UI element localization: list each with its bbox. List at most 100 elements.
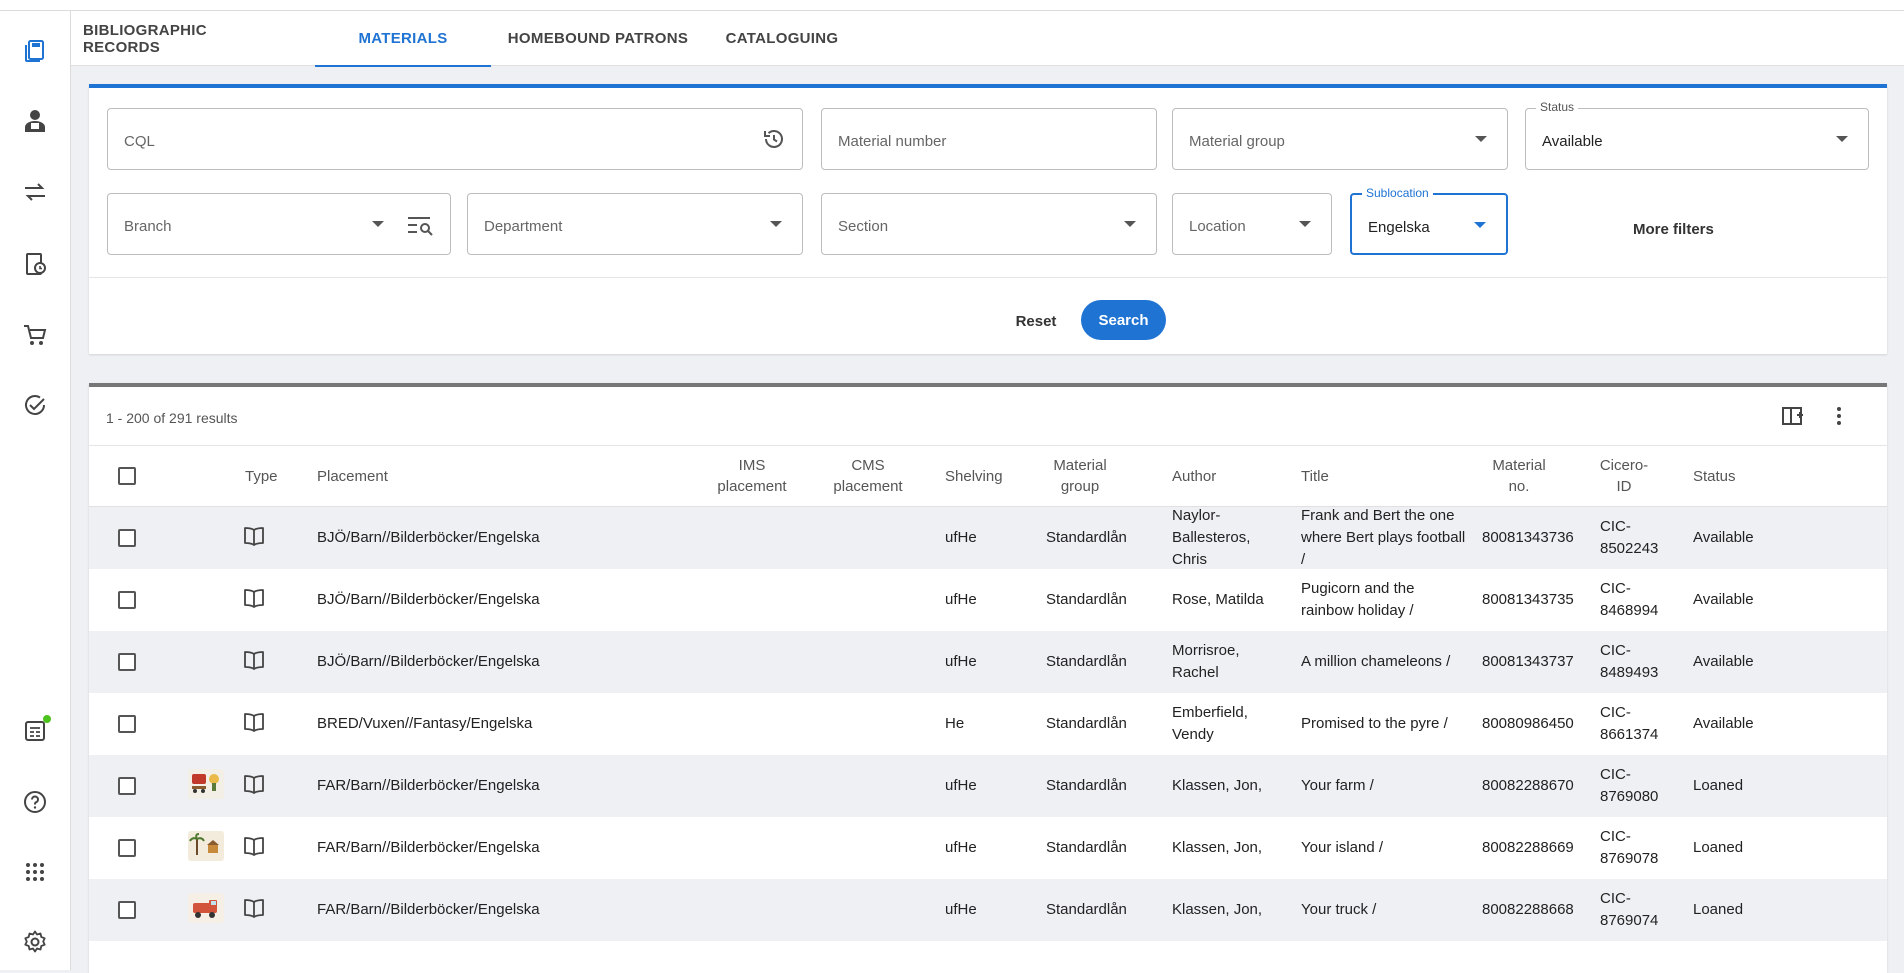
- status-label: Status: [1536, 100, 1579, 114]
- cell-material-group: Standardlån: [1046, 529, 1127, 546]
- cql-input[interactable]: CQL: [107, 108, 803, 170]
- header-material-no-line2: no.: [1508, 478, 1530, 495]
- header-cicero-id-line1: Cicero-: [1599, 457, 1649, 474]
- cell-material-no: 80081343736: [1482, 529, 1574, 546]
- reports-icon[interactable]: [18, 714, 52, 748]
- chevron-down-icon: [1474, 222, 1486, 228]
- apps-icon[interactable]: [18, 855, 52, 889]
- cell-material-group: Standardlån: [1046, 591, 1127, 608]
- cell-title[interactable]: A million chameleons /: [1301, 631, 1471, 693]
- select-all-checkbox[interactable]: [118, 467, 136, 485]
- material-number-placeholder: Material number: [838, 133, 947, 150]
- material-group-placeholder: Material group: [1189, 133, 1285, 150]
- header-placement[interactable]: Placement: [317, 446, 388, 506]
- search-button[interactable]: Search: [1081, 300, 1166, 340]
- table-row[interactable]: FAR/Barn//Bilderböcker/Engelska ufHe Sta…: [89, 755, 1887, 817]
- cover-thumbnail[interactable]: [188, 893, 224, 923]
- table-row[interactable]: BJÖ/Barn//Bilderböcker/Engelska ufHe Sta…: [89, 569, 1887, 631]
- row-checkbox[interactable]: [118, 653, 136, 671]
- header-shelving[interactable]: Shelving: [945, 446, 1003, 506]
- section-select[interactable]: Section: [821, 193, 1157, 255]
- cell-author: Emberfield, Vendy: [1172, 704, 1248, 743]
- tasks-icon[interactable]: [18, 388, 52, 422]
- chevron-down-icon: [1124, 221, 1136, 227]
- more-options-icon[interactable]: [1827, 404, 1851, 428]
- header-title[interactable]: Title: [1301, 446, 1329, 506]
- book-icon: [244, 589, 264, 608]
- branch-select[interactable]: Branch: [107, 193, 451, 255]
- header-cicero-id[interactable]: Cicero- ID: [1589, 446, 1659, 506]
- table-row[interactable]: FAR/Barn//Bilderböcker/Engelska ufHe Sta…: [89, 817, 1887, 879]
- book-icon: [244, 527, 264, 546]
- more-filters-button[interactable]: More filters: [1633, 221, 1714, 238]
- department-select[interactable]: Department: [467, 193, 803, 255]
- chevron-down-icon: [1836, 136, 1848, 142]
- cell-title[interactable]: Your truck /: [1301, 879, 1471, 941]
- header-cms-placement[interactable]: CMS placement: [813, 446, 923, 506]
- cell-title[interactable]: Promised to the pyre /: [1301, 693, 1471, 755]
- cell-status: Available: [1693, 529, 1754, 546]
- header-type[interactable]: Type: [245, 446, 278, 506]
- cell-author: Klassen, Jon,: [1172, 839, 1263, 856]
- help-icon[interactable]: [18, 785, 52, 819]
- settings-icon[interactable]: [18, 925, 52, 959]
- row-checkbox[interactable]: [118, 591, 136, 609]
- header-material-group[interactable]: Material group: [1035, 446, 1125, 506]
- cell-title[interactable]: Pugicorn and the rainbow holiday /: [1301, 569, 1471, 631]
- history-icon[interactable]: [762, 127, 786, 151]
- cell-status: Available: [1693, 591, 1754, 608]
- cell-cicero-id: CIC-8769078: [1600, 828, 1659, 867]
- acquisitions-icon[interactable]: [18, 318, 52, 352]
- row-checkbox[interactable]: [118, 777, 136, 795]
- row-checkbox[interactable]: [118, 715, 136, 733]
- header-cms-line2: placement: [833, 478, 903, 495]
- top-strip: [0, 0, 1904, 11]
- tab-bibliographic-records[interactable]: BIBLIOGRAPHIC RECORDS: [83, 11, 263, 66]
- table-header: Type Placement IMS placement CMS placeme…: [89, 445, 1887, 507]
- cell-material-no: 80081343735: [1482, 591, 1574, 608]
- tab-materials[interactable]: MATERIALS: [315, 11, 491, 67]
- header-author[interactable]: Author: [1172, 446, 1216, 506]
- material-group-select[interactable]: Material group: [1172, 108, 1508, 170]
- cell-material-no: 80080986450: [1482, 715, 1574, 732]
- header-material-no-line1: Material: [1492, 457, 1546, 474]
- cell-cicero-id: CIC-8502243: [1600, 518, 1659, 557]
- cell-author: Klassen, Jon,: [1172, 901, 1263, 918]
- header-material-group-line1: Material: [1053, 457, 1107, 474]
- table-row[interactable]: BJÖ/Barn//Bilderböcker/Engelska ufHe Sta…: [89, 631, 1887, 693]
- patron-icon[interactable]: [18, 104, 52, 138]
- reservations-icon[interactable]: [18, 247, 52, 281]
- tab-cataloguing[interactable]: CATALOGUING: [717, 11, 847, 66]
- cell-title[interactable]: Frank and Bert the one where Bert plays …: [1301, 507, 1471, 569]
- branch-placeholder: Branch: [124, 218, 172, 235]
- reset-button[interactable]: Reset: [1001, 301, 1071, 341]
- circulation-icon[interactable]: [18, 175, 52, 209]
- table-row[interactable]: BJÖ/Barn//Bilderböcker/Engelska ufHe Sta…: [89, 507, 1887, 569]
- material-number-input[interactable]: Material number: [821, 108, 1157, 170]
- book-icon: [244, 651, 264, 670]
- header-status[interactable]: Status: [1693, 446, 1736, 506]
- row-checkbox[interactable]: [118, 529, 136, 547]
- cover-thumbnail[interactable]: [188, 831, 224, 861]
- filter-list-icon[interactable]: [406, 214, 434, 236]
- cell-material-group: Standardlån: [1046, 901, 1127, 918]
- cell-shelving: ufHe: [945, 839, 977, 856]
- table-row[interactable]: BRED/Vuxen//Fantasy/Engelska He Standard…: [89, 693, 1887, 755]
- header-material-no[interactable]: Material no.: [1479, 446, 1559, 506]
- row-checkbox[interactable]: [118, 839, 136, 857]
- cell-status: Available: [1693, 715, 1754, 732]
- row-checkbox[interactable]: [118, 901, 136, 919]
- sublocation-select[interactable]: Sublocation Engelska: [1350, 186, 1508, 255]
- catalogue-icon[interactable]: [18, 34, 52, 68]
- divider: [89, 277, 1887, 278]
- column-settings-icon[interactable]: [1781, 404, 1805, 428]
- status-select[interactable]: Status Available: [1525, 100, 1869, 170]
- tab-homebound-patrons[interactable]: HOMEBOUND PATRONS: [503, 11, 693, 66]
- cover-thumbnail[interactable]: [188, 769, 224, 799]
- header-material-group-line2: group: [1060, 478, 1100, 495]
- header-ims-placement[interactable]: IMS placement: [697, 446, 807, 506]
- table-row[interactable]: FAR/Barn//Bilderböcker/Engelska ufHe Sta…: [89, 879, 1887, 941]
- location-select[interactable]: Location: [1172, 193, 1332, 255]
- cell-title[interactable]: Your farm /: [1301, 755, 1471, 817]
- cell-title[interactable]: Your island /: [1301, 817, 1471, 879]
